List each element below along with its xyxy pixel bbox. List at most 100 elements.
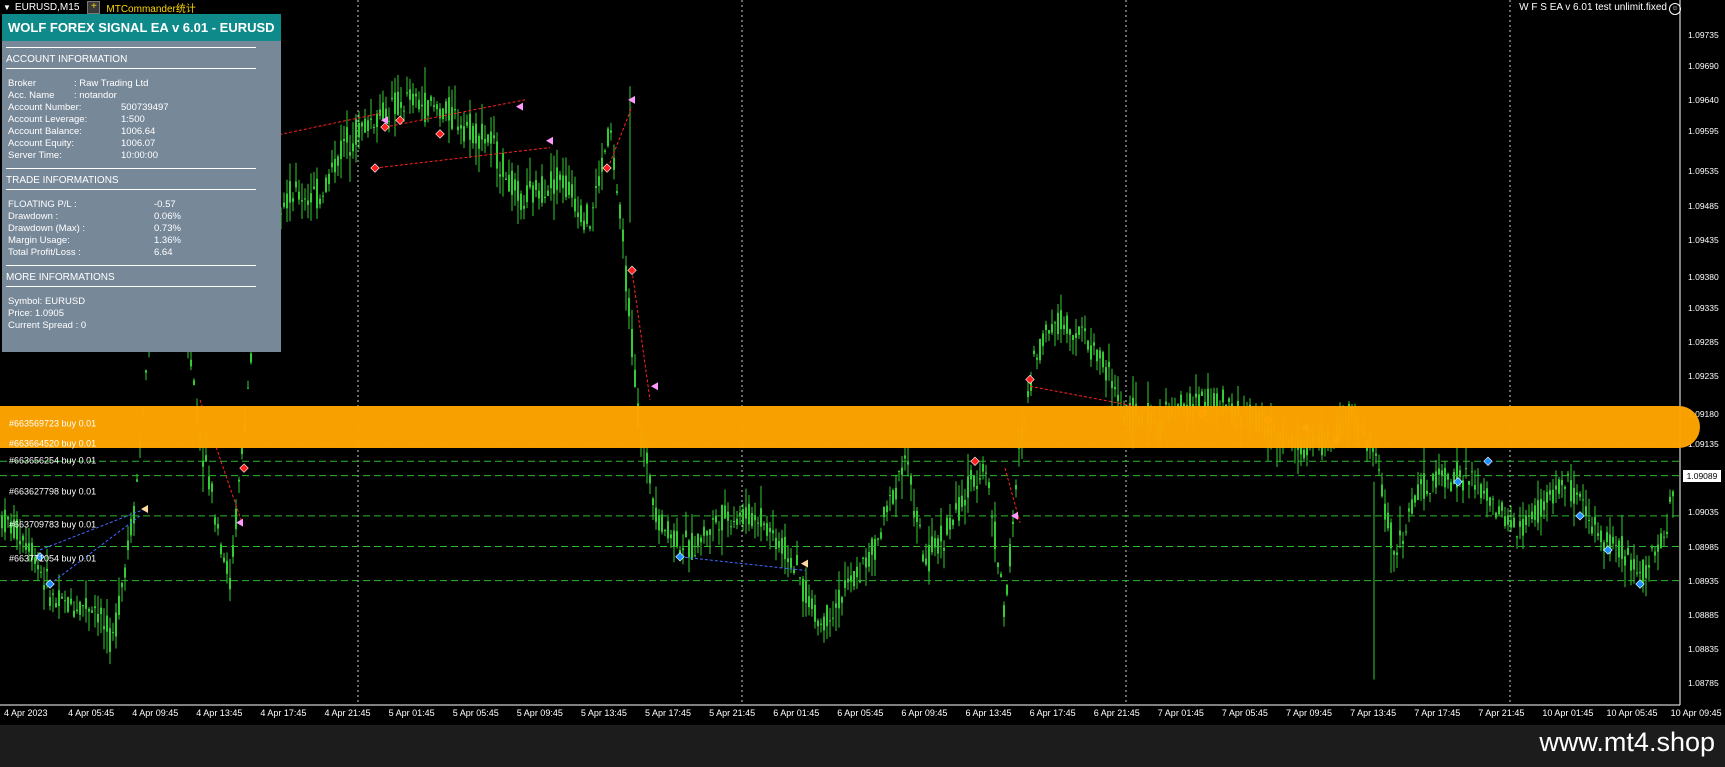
order-label[interactable]: #663656254 buy 0.01	[9, 456, 96, 466]
candle-body	[130, 518, 132, 536]
candle-body	[52, 593, 54, 595]
candle-body	[994, 521, 996, 550]
account-section: ACCOUNT INFORMATION Broker: Raw Trading …	[2, 47, 281, 162]
candle-body	[499, 174, 501, 177]
candle-body	[43, 585, 45, 590]
price-tick-label: 1.09235	[1688, 371, 1719, 382]
candle-body	[22, 535, 24, 541]
candle-body	[250, 353, 252, 363]
candle-body	[304, 198, 306, 200]
candle-body	[793, 569, 795, 574]
candle-body	[541, 176, 543, 203]
price-tick-label: 1.09640	[1688, 94, 1719, 105]
time-tick-label: 6 Apr 09:45	[901, 708, 948, 718]
candle-body	[1075, 333, 1077, 339]
candle-body	[1555, 485, 1557, 490]
candle-body	[355, 119, 357, 145]
candle-body	[1621, 536, 1623, 559]
candle-body	[964, 499, 966, 506]
dropdown-triangle-icon[interactable]: ▼	[3, 3, 11, 12]
candle-body	[874, 539, 876, 560]
candle-body	[943, 547, 945, 551]
order-label[interactable]: #663709783 buy 0.01	[9, 520, 96, 530]
candle-body	[1429, 493, 1431, 495]
candle-body	[19, 540, 21, 545]
candle-body	[421, 104, 423, 107]
candle-body	[1435, 471, 1437, 488]
candle-body	[292, 198, 294, 202]
candle-body	[415, 93, 417, 97]
candle-body	[817, 620, 819, 627]
candle-body	[655, 507, 657, 522]
candle-body	[664, 529, 666, 532]
candle-body	[208, 476, 210, 490]
trade-connector	[39, 508, 146, 551]
info-value: 0.73%	[154, 223, 181, 234]
time-tick-label: 4 Apr 17:45	[260, 708, 307, 718]
candle-body	[1450, 482, 1452, 491]
sell-marker	[602, 163, 612, 173]
candle-body	[709, 529, 711, 535]
order-label[interactable]: #663664520 buy 0.01	[9, 439, 96, 449]
candle-body	[1009, 544, 1011, 567]
order-label[interactable]: #663771054 buy 0.01	[9, 554, 96, 564]
candle-body	[337, 156, 339, 166]
candle-body	[340, 140, 342, 159]
info-value: 1.36%	[154, 235, 181, 246]
candle-body	[1633, 559, 1635, 570]
candle-body	[1165, 401, 1167, 405]
order-label[interactable]: #663627798 buy 0.01	[9, 487, 96, 497]
plus-icon[interactable]: +	[87, 0, 101, 14]
time-tick-label: 5 Apr 13:45	[580, 708, 627, 718]
candle-body	[733, 521, 735, 523]
candle-body	[295, 181, 297, 188]
candle-body	[844, 580, 846, 588]
smiley-icon[interactable]: ☺	[1669, 3, 1681, 15]
info-value: -0.57	[154, 199, 176, 210]
info-row: Account Leverage: 1:500	[6, 114, 277, 126]
info-label: Acc. Name	[8, 90, 55, 101]
candle-body	[1552, 489, 1554, 504]
chart-area[interactable]: ▼ EURUSD,M15 + MTCommander统计 W F S EA v …	[0, 0, 1725, 725]
candle-body	[853, 571, 855, 587]
candle-body	[892, 490, 894, 504]
candle-body	[1570, 480, 1572, 502]
candle-body	[808, 596, 810, 608]
candle-body	[469, 113, 471, 140]
time-tick-label: 7 Apr 09:45	[1286, 708, 1333, 718]
buy-marker	[1483, 456, 1493, 466]
candle-body	[490, 131, 492, 144]
candle-body	[82, 604, 84, 607]
candle-body	[478, 135, 480, 149]
close-marker	[236, 518, 243, 527]
time-tick-label: 4 Apr 09:45	[132, 708, 179, 718]
price-axis[interactable]: 1.09735 1.09690 1.09640 1.09595 1.09535 1.094…	[1680, 0, 1725, 705]
price-tick-label: 1.09435	[1688, 234, 1719, 245]
time-tick-label: 5 Apr 17:45	[645, 708, 692, 718]
candle-body	[919, 524, 921, 527]
candle-body	[391, 97, 393, 100]
candle-body	[910, 475, 912, 485]
candle-body	[1600, 530, 1602, 543]
order-label[interactable]: #663569723 buy 0.01	[9, 419, 96, 429]
candle-body	[442, 108, 444, 120]
candle-body	[1063, 324, 1065, 329]
time-tick-label: 5 Apr 01:45	[388, 708, 435, 718]
candle-body	[862, 557, 864, 559]
candle-body	[928, 544, 930, 572]
candle-body	[1474, 484, 1476, 490]
candle-body	[1492, 498, 1494, 500]
price-tick-label: 1.09690	[1688, 60, 1719, 71]
info-row: Current Spread : 0	[6, 320, 277, 332]
candle-body	[508, 174, 510, 192]
candle-body	[487, 134, 489, 143]
info-row: Symbol: EURUSD	[6, 296, 277, 308]
price-tick-label: 1.08835	[1688, 643, 1719, 654]
candle-body	[976, 485, 978, 490]
candle-body	[1105, 367, 1107, 381]
candle-body	[925, 558, 927, 565]
candle-body	[85, 598, 87, 609]
candle-body	[1510, 520, 1512, 528]
candle-body	[598, 176, 600, 186]
close-marker	[546, 136, 553, 145]
